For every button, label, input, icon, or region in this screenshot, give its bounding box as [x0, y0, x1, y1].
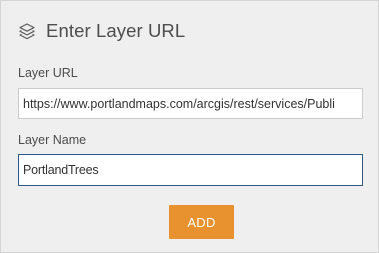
layer-name-label: Layer Name	[18, 133, 87, 147]
enter-layer-url-panel: Enter Layer URL Layer URL Layer Name ADD	[0, 0, 379, 253]
add-button[interactable]: ADD	[169, 205, 234, 239]
layer-url-input[interactable]	[18, 88, 363, 119]
layer-url-label: Layer URL	[18, 66, 78, 80]
panel-header: Enter Layer URL	[18, 18, 185, 44]
layers-icon	[18, 22, 36, 40]
panel-title: Enter Layer URL	[46, 20, 186, 41]
layer-name-input[interactable]	[18, 154, 363, 186]
